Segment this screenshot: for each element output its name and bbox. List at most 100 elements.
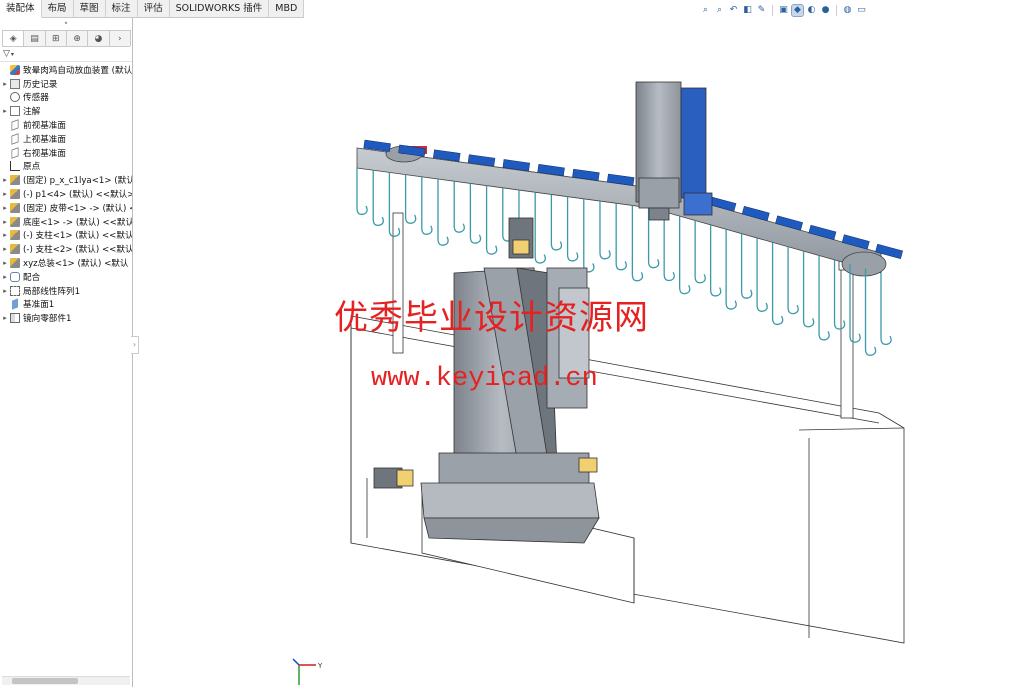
tree-item[interactable]: 前视基准面 bbox=[0, 118, 132, 132]
apply-scene-icon[interactable]: ◍ bbox=[842, 5, 853, 16]
hook bbox=[631, 205, 644, 282]
tree-item[interactable]: ▸ (-) 支柱<2> (默认) <<默认 bbox=[0, 242, 132, 256]
dynamic-annotation-icon[interactable]: ✎ bbox=[756, 5, 767, 16]
tree-item[interactable]: 传感器 bbox=[0, 91, 132, 105]
tree-item-label: 基准面1 bbox=[23, 300, 55, 311]
expand-arrow-icon[interactable]: ▸ bbox=[0, 204, 10, 212]
expand-arrow-icon[interactable]: ▸ bbox=[0, 176, 10, 184]
tree-item-label: xyz总装<1> (默认) <默认 bbox=[23, 259, 129, 270]
pattern-icon bbox=[10, 285, 20, 296]
edit-appearance-icon[interactable]: ● bbox=[820, 5, 831, 16]
dimxpert-manager-icon[interactable]: ⊕ bbox=[65, 30, 89, 46]
expand-arrow-icon[interactable]: ▸ bbox=[0, 273, 10, 281]
hook bbox=[437, 179, 449, 246]
section-view-icon[interactable]: ◧ bbox=[742, 5, 753, 16]
command-tab-3[interactable]: 标注 bbox=[106, 0, 138, 17]
tree-horizontal-scrollbar[interactable] bbox=[2, 676, 130, 685]
display-style-icon[interactable]: ◆ bbox=[791, 3, 804, 17]
hook bbox=[550, 194, 563, 251]
expand-arrow-icon[interactable]: ▸ bbox=[0, 190, 10, 198]
tree-item-label: 传感器 bbox=[23, 93, 49, 104]
view-orientation-icon[interactable]: ▣ bbox=[778, 5, 789, 16]
tree-item-label: 配合 bbox=[23, 272, 41, 283]
tree-item[interactable]: ▸ 历史记录 bbox=[0, 77, 132, 91]
tree-item[interactable]: 上视基准面 bbox=[0, 132, 132, 146]
panel-collapse-handle-icon[interactable]: › bbox=[131, 336, 139, 354]
part-icon bbox=[10, 244, 20, 255]
expand-arrow-icon[interactable]: ▸ bbox=[0, 259, 10, 267]
zoom-to-fit-icon[interactable]: ⌕ bbox=[700, 5, 711, 16]
hook bbox=[663, 211, 675, 282]
watermark-title: 优秀毕业设计资源网 bbox=[334, 298, 649, 338]
expand-arrow-icon[interactable]: ▸ bbox=[0, 231, 10, 239]
tree-item-label: 致晕肉鸡自动放血装置 (默认) bbox=[23, 65, 132, 76]
feature-manager-panel: • ◈ ▤ ⊞ ⊕ ◕ › ▽ ▾ 致晕肉鸡自动放血装置 (默认) ▸ 历史记录传感器 ▸ 注解前… bbox=[0, 18, 133, 687]
tree-item-label: 镜向零部件1 bbox=[23, 314, 72, 325]
more-tabs-icon[interactable]: › bbox=[108, 30, 131, 46]
tree-item[interactable]: 右视基准面 bbox=[0, 146, 132, 160]
tree-item[interactable]: ▸ 底座<1> -> (默认) <<默认> bbox=[0, 215, 132, 229]
panel-grip-icon[interactable]: • bbox=[0, 18, 132, 30]
command-tab-5[interactable]: SOLIDWORKS 插件 bbox=[170, 0, 270, 17]
note-icon bbox=[10, 106, 20, 117]
tree-item[interactable]: 致晕肉鸡自动放血装置 (默认) bbox=[0, 63, 132, 77]
reference-triad: Y bbox=[284, 655, 334, 695]
hook bbox=[469, 183, 482, 244]
view-settings-icon[interactable]: ▭ bbox=[856, 5, 867, 16]
tree-item[interactable]: 基准面1 bbox=[0, 298, 132, 312]
hook bbox=[566, 196, 579, 262]
hook bbox=[485, 185, 498, 255]
command-tab-6[interactable]: MBD bbox=[269, 0, 305, 17]
tree-item[interactable]: ▸ (固定) p_x_c1lya<1> (默认< bbox=[0, 173, 132, 187]
part-icon bbox=[10, 175, 20, 186]
expand-arrow-icon[interactable]: ▸ bbox=[0, 245, 10, 253]
part-icon bbox=[10, 202, 20, 213]
part-icon bbox=[10, 216, 20, 227]
tree-item[interactable]: ▸ 注解 bbox=[0, 104, 132, 118]
previous-view-icon[interactable]: ↶ bbox=[728, 5, 739, 16]
sensor-icon bbox=[10, 92, 20, 103]
hook bbox=[534, 192, 546, 264]
expand-arrow-icon[interactable]: ▸ bbox=[0, 80, 10, 88]
part-icon bbox=[10, 258, 20, 269]
plane-icon bbox=[11, 133, 19, 145]
tree-item[interactable]: ▸ 局部线性阵列1 bbox=[0, 284, 132, 298]
tree-item[interactable]: ▸ (-) 支柱<1> (默认) <<默认 bbox=[0, 229, 132, 243]
hook bbox=[372, 170, 384, 226]
toolbar-separator bbox=[772, 4, 773, 16]
tree-item[interactable]: ▸ (固定) 皮带<1> -> (默认) < bbox=[0, 201, 132, 215]
tree-item[interactable]: ▸ 镜向零部件1 bbox=[0, 311, 132, 325]
graphics-area[interactable]: Y bbox=[139, 18, 1024, 687]
mirror-icon bbox=[10, 313, 20, 324]
command-tab-2[interactable]: 草图 bbox=[74, 0, 106, 17]
tree-item[interactable]: ▸ xyz总装<1> (默认) <默认 bbox=[0, 256, 132, 270]
hook bbox=[679, 216, 691, 295]
feature-manager-icon[interactable]: ◈ bbox=[2, 30, 25, 46]
watermark-url: www.keyicad.cn bbox=[371, 364, 598, 394]
command-tab-1[interactable]: 布局 bbox=[42, 0, 74, 17]
mate-icon bbox=[10, 271, 20, 282]
filter-icon[interactable]: ▽ bbox=[3, 49, 10, 59]
drive-motor-tower bbox=[635, 81, 713, 221]
expand-arrow-icon[interactable]: ▸ bbox=[0, 218, 10, 226]
expand-arrow-icon[interactable]: ▸ bbox=[0, 314, 10, 322]
tree-item[interactable]: ▸ 配合 bbox=[0, 270, 132, 284]
tree-item-label: 历史记录 bbox=[23, 79, 58, 90]
tree-filter[interactable]: ▽ ▾ bbox=[0, 47, 132, 62]
zoom-area-icon[interactable]: ⌕ bbox=[714, 5, 725, 16]
plane-icon bbox=[11, 146, 19, 159]
command-tab-4[interactable]: 评估 bbox=[138, 0, 170, 17]
command-tab-0[interactable]: 装配体 bbox=[0, 0, 42, 18]
tree-item[interactable]: ▸ (-) p1<4> (默认) <<默认>_ bbox=[0, 187, 132, 201]
configuration-manager-icon[interactable]: ⊞ bbox=[44, 30, 67, 46]
hook bbox=[694, 220, 706, 284]
origin-icon bbox=[10, 161, 20, 172]
property-manager-icon[interactable]: ▤ bbox=[23, 30, 46, 46]
tree-item-label: 底座<1> -> (默认) <<默认> bbox=[23, 217, 132, 228]
hide-show-items-icon[interactable]: ◐ bbox=[806, 5, 817, 16]
expand-arrow-icon[interactable]: ▸ bbox=[0, 107, 10, 115]
tree-item[interactable]: 原点 bbox=[0, 160, 132, 174]
display-manager-icon[interactable]: ◕ bbox=[87, 30, 110, 46]
folder-icon bbox=[10, 78, 20, 89]
expand-arrow-icon[interactable]: ▸ bbox=[0, 287, 10, 295]
